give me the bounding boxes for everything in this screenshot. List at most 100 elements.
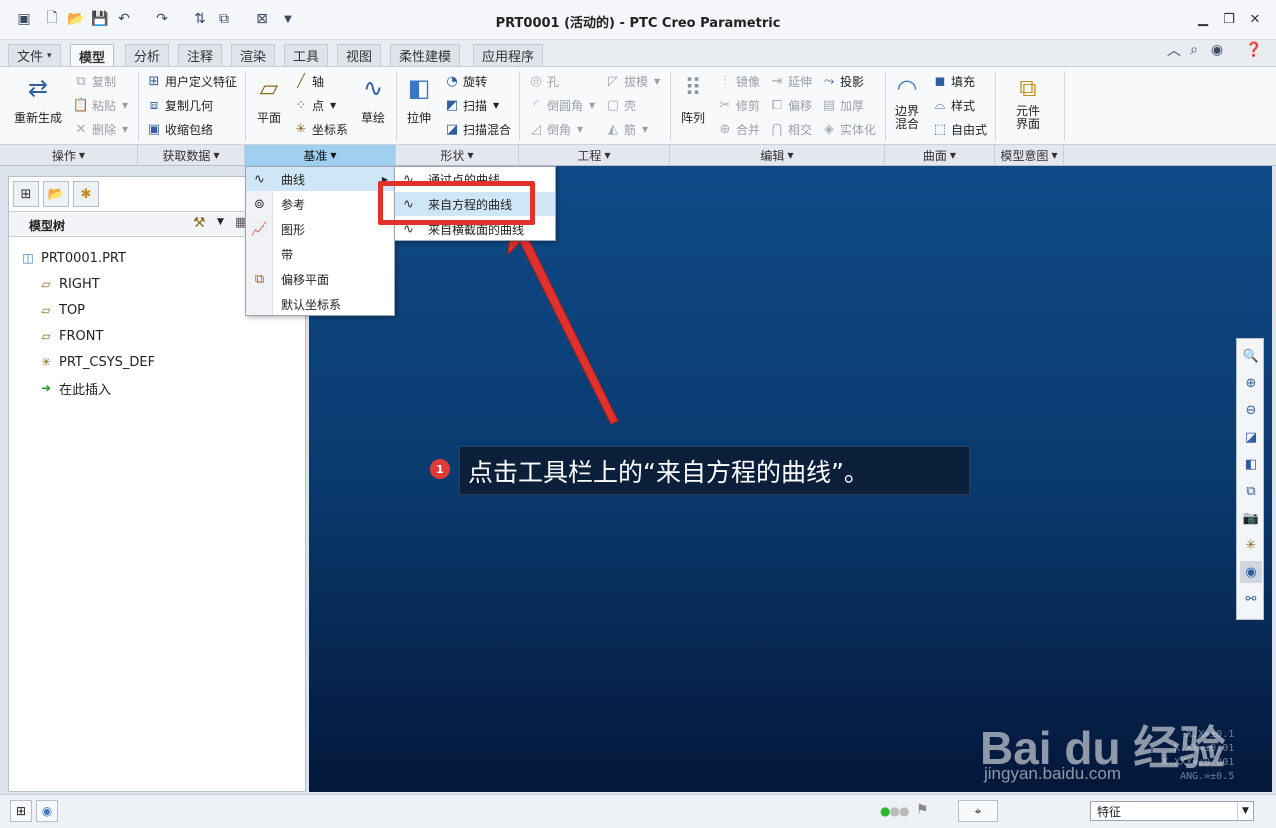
chamfer-button[interactable]: ◿ 倒角 ▼: [527, 119, 583, 139]
tree-item-part[interactable]: ◫ PRT0001.PRT: [19, 247, 126, 269]
annotation-display-icon[interactable]: ⚯: [1240, 588, 1262, 610]
group-engineering[interactable]: 工程 ▼: [519, 145, 670, 166]
udf-icon: ⊞: [148, 73, 160, 89]
intersect-button[interactable]: ⋂ 相交: [768, 119, 812, 139]
selection-filter[interactable]: 特征 ▼: [1090, 801, 1254, 821]
tab-flexible-modeling[interactable]: 柔性建模: [390, 44, 461, 66]
rib-button[interactable]: ◭ 筋 ▼: [604, 119, 648, 139]
saved-orientations-icon[interactable]: ⧉: [1240, 480, 1262, 502]
spin-center-icon[interactable]: ◉: [1240, 561, 1262, 583]
zoom-out-icon[interactable]: ⊖: [1240, 399, 1262, 421]
datum-point-button[interactable]: ⁘ 点 ▼: [292, 95, 337, 115]
extend-button[interactable]: ⇥ 延伸: [768, 71, 812, 91]
flag-icon[interactable]: ⚑: [916, 802, 929, 818]
extrude-icon: ◧: [407, 74, 431, 102]
tab-analysis[interactable]: 分析: [125, 44, 170, 66]
swept-blend-button[interactable]: ◪ 扫描混合: [443, 119, 511, 139]
datum-display-icon[interactable]: ✳: [1240, 534, 1262, 556]
shell-button[interactable]: ▢ 壳: [604, 95, 636, 115]
shrinkwrap-button[interactable]: ▣ 收缩包络: [145, 119, 213, 139]
tree-item-top-plane[interactable]: ▱ TOP: [37, 299, 85, 321]
browser-icon[interactable]: ◉: [36, 800, 58, 822]
group-shapes[interactable]: 形状 ▼: [396, 145, 519, 166]
zoom-in-icon[interactable]: ⊕: [1240, 372, 1262, 394]
restore-button[interactable]: ❐: [1219, 10, 1239, 28]
offset-button[interactable]: ⧠ 偏移: [768, 95, 812, 115]
thicken-button[interactable]: ▤ 加厚: [820, 95, 864, 115]
favorites-tab-icon[interactable]: ✱: [73, 181, 99, 207]
sweep-button[interactable]: ◩ 扫描 ▼: [443, 95, 499, 115]
datum-plane-button[interactable]: ▱ 平面: [252, 71, 286, 126]
solidify-button[interactable]: ◈ 实体化: [820, 119, 876, 139]
group-get-data[interactable]: 获取数据 ▼: [138, 145, 245, 166]
model-tree-tab-icon[interactable]: ⊞: [13, 181, 39, 207]
boundary-blend-button[interactable]: ◠ 边界 混合: [890, 71, 924, 131]
help-icon[interactable]: ❓: [1244, 40, 1264, 60]
hole-button[interactable]: ◎ 孔: [527, 71, 559, 91]
folder-browser-tab-icon[interactable]: 📂: [43, 181, 69, 207]
paste-button[interactable]: 📋 粘贴 ▼: [72, 95, 128, 115]
refit-icon[interactable]: 🔍: [1240, 345, 1262, 367]
tree-item-insert-here[interactable]: ➜ 在此插入: [37, 377, 111, 399]
toggle-navigator-icon[interactable]: ⊞: [10, 800, 32, 822]
view-manager-icon[interactable]: 📷: [1240, 507, 1262, 529]
freestyle-button[interactable]: ⬚ 自由式: [931, 119, 987, 139]
menu-item-default-csys[interactable]: 默认坐标系: [246, 292, 394, 316]
collapse-ribbon-icon[interactable]: ︿: [1164, 40, 1184, 60]
datum-axis-button[interactable]: ╱ 轴: [292, 71, 324, 91]
merge-button[interactable]: ⊕ 合并: [716, 119, 760, 139]
minimize-button[interactable]: ▁: [1193, 10, 1213, 28]
tree-item-right-plane[interactable]: ▱ RIGHT: [37, 273, 99, 295]
tab-model[interactable]: 模型: [70, 44, 115, 67]
tab-annotate[interactable]: 注释: [178, 44, 223, 66]
fill-icon: ◼: [934, 73, 946, 89]
tree-item-csys[interactable]: ✳ PRT_CSYS_DEF: [37, 351, 155, 373]
tab-applications[interactable]: 应用程序: [473, 44, 544, 66]
menu-item-curve[interactable]: ∿ 曲线 ▶: [246, 167, 394, 191]
group-model-intent[interactable]: 模型意图 ▼: [995, 145, 1064, 166]
delete-icon: ✕: [75, 121, 87, 137]
regenerate-button[interactable]: ⇄ 重新生成: [14, 71, 62, 126]
project-button[interactable]: ⤳ 投影: [820, 71, 864, 91]
trim-button[interactable]: ✂ 修剪: [716, 95, 760, 115]
sketch-button[interactable]: ∿ 草绘: [356, 71, 390, 126]
repaint-icon[interactable]: ◪: [1240, 426, 1262, 448]
close-button[interactable]: ✕: [1245, 10, 1265, 28]
tab-file[interactable]: 文件 ▾: [8, 44, 61, 66]
style-button[interactable]: ⌓ 样式: [931, 95, 975, 115]
draft-button[interactable]: ◸ 拔模 ▼: [604, 71, 660, 91]
menu-item-reference[interactable]: ⊚ 参考: [246, 192, 394, 216]
round-button[interactable]: ◜ 倒圆角 ▼: [527, 95, 595, 115]
shell-icon: ▢: [606, 97, 620, 113]
datum-csys-button[interactable]: ✳ 坐标系: [292, 119, 348, 139]
group-operations[interactable]: 操作 ▼: [0, 145, 138, 166]
tree-settings-icon[interactable]: ⚒: [193, 215, 206, 231]
revolve-button[interactable]: ◔ 旋转: [443, 71, 487, 91]
pattern-button[interactable]: ⠿ 阵列: [676, 71, 710, 126]
display-style-icon[interactable]: ◧: [1240, 453, 1262, 475]
extrude-button[interactable]: ◧ 拉伸: [402, 71, 436, 126]
copy-geometry-button[interactable]: ⧈ 复制几何: [145, 95, 213, 115]
menu-item-graph[interactable]: 📈 图形: [246, 217, 394, 241]
group-datum[interactable]: 基准 ▼: [245, 145, 396, 166]
component-interface-icon: ⧉: [1019, 74, 1037, 102]
copy-button[interactable]: ⧉ 复制: [72, 71, 116, 91]
tab-tools[interactable]: 工具: [284, 44, 329, 66]
mirror-button[interactable]: ⫶ 镜像: [716, 71, 760, 91]
tree-settings-dropdown-icon[interactable]: ▼: [217, 217, 224, 227]
group-editing[interactable]: 编辑 ▼: [670, 145, 885, 166]
fill-button[interactable]: ◼ 填充: [931, 71, 975, 91]
menu-item-ribbon[interactable]: 带: [246, 242, 394, 266]
thicken-icon: ▤: [822, 97, 836, 113]
tab-render[interactable]: 渲染: [231, 44, 276, 66]
udf-button[interactable]: ⊞ 用户定义特征: [145, 71, 237, 91]
tree-item-front-plane[interactable]: ▱ FRONT: [37, 325, 103, 347]
group-surfaces[interactable]: 曲面 ▼: [885, 145, 995, 166]
community-icon[interactable]: ◉: [1207, 40, 1227, 60]
search-icon[interactable]: ⌕: [1184, 40, 1204, 60]
delete-button[interactable]: ✕ 删除 ▼: [72, 119, 129, 139]
component-interface-button[interactable]: ⧉ 元件 界面: [1011, 71, 1045, 131]
menu-item-offset-plane[interactable]: ⧉ 偏移平面: [246, 267, 394, 291]
tab-view[interactable]: 视图: [337, 44, 382, 66]
find-icon[interactable]: ⌖: [958, 800, 998, 822]
